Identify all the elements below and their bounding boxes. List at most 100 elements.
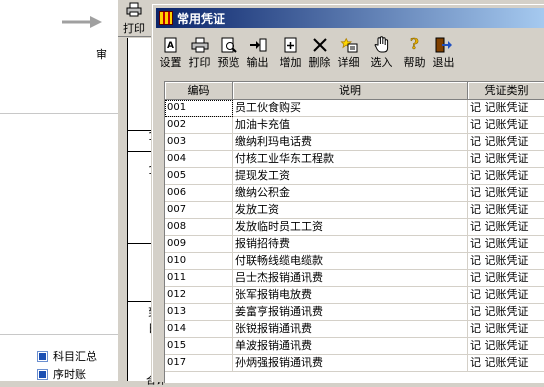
nav-item-label: 序时账 xyxy=(53,368,86,381)
cell-voucher-type[interactable]: 记 记账凭证 xyxy=(468,219,544,236)
cell-voucher-type[interactable]: 记 记账凭证 xyxy=(468,287,544,304)
column-header-voucher-type[interactable]: 凭证类别 xyxy=(468,82,544,100)
cell-description[interactable]: 发放工资 xyxy=(233,202,468,219)
dialog-titlebar[interactable]: 常用凭证 xyxy=(156,8,544,28)
cell-voucher-type[interactable]: 记 记账凭证 xyxy=(468,151,544,168)
table-row[interactable]: 008 发放临时员工工资记 记账凭证 xyxy=(165,219,544,236)
exit-label: 退出 xyxy=(432,56,455,69)
print-icon xyxy=(126,2,142,17)
table-row[interactable]: 013 姜富亨报销通讯费记 记账凭证 xyxy=(165,304,544,321)
table-row[interactable]: 012 张军报销电放费记 记账凭证 xyxy=(165,287,544,304)
table-row[interactable]: 009 报销招待费记 记账凭证 xyxy=(165,236,544,253)
delete-label: 删除 xyxy=(308,56,331,69)
cell-description[interactable]: 员工伙食购买 xyxy=(233,100,468,117)
cell-voucher-type[interactable]: 记 记账凭证 xyxy=(468,236,544,253)
detail-button[interactable]: 详细 xyxy=(334,34,363,72)
exit-icon xyxy=(435,37,452,52)
cell-code[interactable]: 008 xyxy=(165,219,233,236)
cell-description[interactable]: 付联畅线缆电缆款 xyxy=(233,253,468,270)
help-icon: ? xyxy=(409,36,419,53)
cell-code[interactable]: 017 xyxy=(165,355,233,372)
cell-code[interactable]: 010 xyxy=(165,253,233,270)
divider xyxy=(0,334,118,335)
column-header-description[interactable]: 说明 xyxy=(233,82,468,100)
cell-code[interactable]: 003 xyxy=(165,134,233,151)
preview-button[interactable]: 预览 xyxy=(214,34,243,72)
table-row[interactable]: 006 缴纳公积金记 记账凭证 xyxy=(165,185,544,202)
cell-description[interactable]: 单波报销通讯费 xyxy=(233,338,468,355)
print-button[interactable]: 打印 xyxy=(185,34,214,72)
dialog-toolbar: A 设置 打印 预览 输出 增加 删除 详细 选入 ? 帮助 退出 xyxy=(156,34,458,72)
cell-description[interactable]: 孙炳强报销通讯费 xyxy=(233,355,468,372)
cell-description[interactable]: 张锐报销通讯费 xyxy=(233,321,468,338)
table-row[interactable]: 004 付核工业华东工程款记 记账凭证 xyxy=(165,151,544,168)
cell-voucher-type[interactable]: 记 记账凭证 xyxy=(468,253,544,270)
table-row[interactable]: 010 付联畅线缆电缆款记 记账凭证 xyxy=(165,253,544,270)
table-row[interactable]: 017 孙炳强报销通讯费记 记账凭证 xyxy=(165,355,544,372)
detail-label: 详细 xyxy=(337,56,360,69)
cell-description[interactable]: 加油卡充值 xyxy=(233,117,468,134)
cell-voucher-type[interactable]: 记 记账凭证 xyxy=(468,168,544,185)
cell-code[interactable]: 002 xyxy=(165,117,233,134)
cell-voucher-type[interactable]: 记 记账凭证 xyxy=(468,304,544,321)
voucher-table: 编码 说明 凭证类别 001 员工伙食购买记 记账凭证 002 加油卡充值记 记账凭证… xyxy=(164,81,544,383)
table-row[interactable]: 001 员工伙食购买记 记账凭证 xyxy=(165,100,544,117)
cell-voucher-type[interactable]: 记 记账凭证 xyxy=(468,100,544,117)
cell-code[interactable]: 004 xyxy=(165,151,233,168)
column-header-code[interactable]: 编码 xyxy=(165,82,233,100)
export-button[interactable]: 输出 xyxy=(243,34,272,72)
background-label: 审 xyxy=(96,48,107,61)
cell-voucher-type[interactable]: 记 记账凭证 xyxy=(468,321,544,338)
cell-description[interactable]: 吕士杰报销通讯费 xyxy=(233,270,468,287)
cell-code[interactable]: 014 xyxy=(165,321,233,338)
table-header: 编码 说明 凭证类别 xyxy=(165,82,544,100)
common-voucher-dialog: 常用凭证 A 设置 打印 预览 输出 增加 删除 详细 选入 ? 帮助 退出 编… xyxy=(152,4,544,383)
dialog-title: 常用凭证 xyxy=(177,11,226,26)
cell-description[interactable]: 缴纳利玛电话费 xyxy=(233,134,468,151)
cell-code[interactable]: 009 xyxy=(165,236,233,253)
cell-voucher-type[interactable]: 记 记账凭证 xyxy=(468,202,544,219)
cell-code[interactable]: 001 xyxy=(165,100,233,117)
table-row[interactable]: 003 缴纳利玛电话费记 记账凭证 xyxy=(165,134,544,151)
exit-button[interactable]: 退出 xyxy=(429,34,458,72)
table-row[interactable]: 015 单波报销通讯费记 记账凭证 xyxy=(165,338,544,355)
cell-code[interactable]: 015 xyxy=(165,338,233,355)
cell-description[interactable]: 发放临时员工工资 xyxy=(233,219,468,236)
select-in-button[interactable]: 选入 xyxy=(367,34,396,72)
background-print-button[interactable]: 打印 xyxy=(120,2,148,35)
table-row[interactable]: 002 加油卡充值记 记账凭证 xyxy=(165,117,544,134)
cell-description[interactable]: 提现发工资 xyxy=(233,168,468,185)
cell-code[interactable]: 005 xyxy=(165,168,233,185)
export-icon xyxy=(249,38,266,51)
cell-voucher-type[interactable]: 记 记账凭证 xyxy=(468,134,544,151)
cell-code[interactable]: 006 xyxy=(165,185,233,202)
cell-voucher-type[interactable]: 记 记账凭证 xyxy=(468,338,544,355)
table-row[interactable]: 014 张锐报销通讯费记 记账凭证 xyxy=(165,321,544,338)
cell-description[interactable]: 报销招待费 xyxy=(233,236,468,253)
cell-code[interactable]: 013 xyxy=(165,304,233,321)
add-button[interactable]: 增加 xyxy=(276,34,305,72)
setup-label: 设置 xyxy=(159,56,182,69)
cell-code[interactable]: 007 xyxy=(165,202,233,219)
cell-description[interactable]: 付核工业华东工程款 xyxy=(233,151,468,168)
delete-button[interactable]: 删除 xyxy=(305,34,334,72)
setup-icon: A xyxy=(164,37,176,52)
nav-item-subject-summary[interactable]: 科目汇总 xyxy=(38,348,97,364)
cell-description[interactable]: 缴纳公积金 xyxy=(233,185,468,202)
table-row[interactable]: 007 发放工资记 记账凭证 xyxy=(165,202,544,219)
help-button[interactable]: ? 帮助 xyxy=(400,34,429,72)
preview-label: 预览 xyxy=(217,56,240,69)
cell-voucher-type[interactable]: 记 记账凭证 xyxy=(468,117,544,134)
setup-button[interactable]: A 设置 xyxy=(156,34,185,72)
table-row[interactable]: 011 吕士杰报销通讯费记 记账凭证 xyxy=(165,270,544,287)
cell-voucher-type[interactable]: 记 记账凭证 xyxy=(468,185,544,202)
cell-code[interactable]: 011 xyxy=(165,270,233,287)
table-row[interactable]: 005 提现发工资记 记账凭证 xyxy=(165,168,544,185)
add-icon xyxy=(284,37,296,52)
cell-voucher-type[interactable]: 记 记账凭证 xyxy=(468,270,544,287)
nav-item-journal[interactable]: 序时账 xyxy=(38,366,86,382)
cell-code[interactable]: 012 xyxy=(165,287,233,304)
cell-description[interactable]: 姜富亨报销通讯费 xyxy=(233,304,468,321)
cell-description[interactable]: 张军报销电放费 xyxy=(233,287,468,304)
cell-voucher-type[interactable]: 记 记账凭证 xyxy=(468,355,544,372)
